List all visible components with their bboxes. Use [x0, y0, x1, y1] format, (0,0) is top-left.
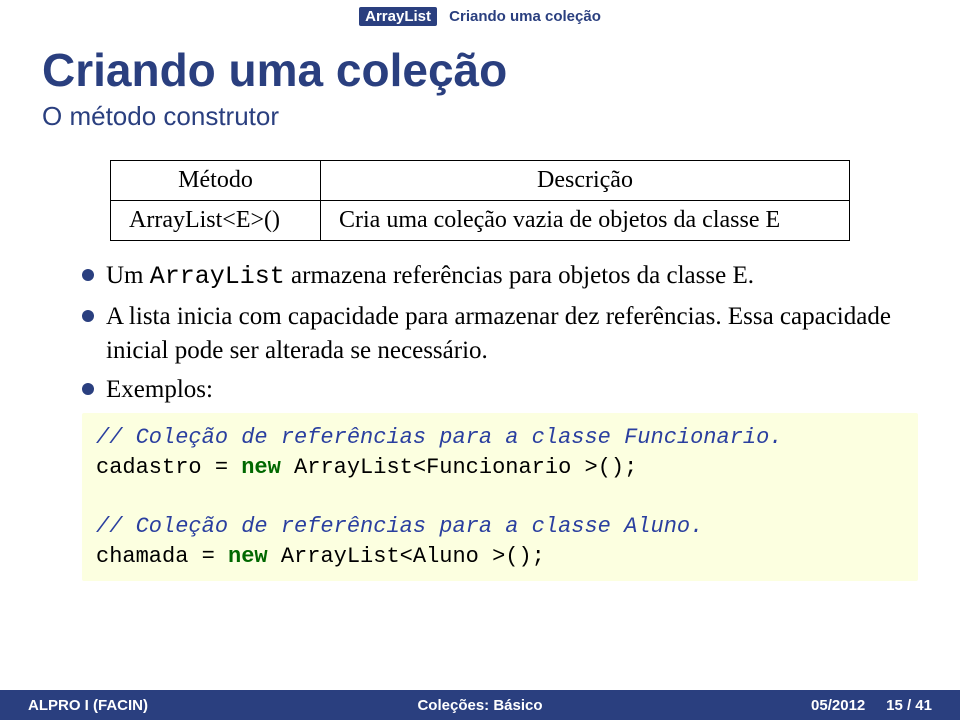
- footer-right: 05/2012 15 / 41: [631, 697, 932, 714]
- bullet3-text: Exemplos:: [106, 373, 918, 407]
- code-line2b: ArrayList<Funcionario >();: [281, 455, 637, 480]
- method-table: Método Descrição ArrayList<E>() Cria uma…: [110, 160, 850, 241]
- bullet2-text: A lista inicia com capacidade para armaz…: [106, 300, 918, 368]
- bullet-item: Um ArrayList armazena referências para o…: [82, 259, 918, 294]
- slide: ArrayList Criando uma coleção Criando um…: [0, 0, 960, 720]
- code-comment-2: // Coleção de referências para a classe …: [96, 514, 703, 539]
- breadcrumb-topic: ArrayList: [359, 7, 437, 26]
- bullet-icon: [82, 269, 94, 281]
- code-block: // Coleção de referências para a classe …: [82, 413, 918, 581]
- slide-subtitle: O método construtor: [42, 101, 918, 132]
- table-row: ArrayList<E>() Cria uma coleção vazia de…: [111, 201, 850, 241]
- content-body: Um ArrayList armazena referências para o…: [42, 259, 918, 581]
- bullet1-code: ArrayList: [150, 262, 285, 291]
- footer-date: 05/2012: [811, 697, 865, 714]
- breadcrumb-subtopic: Criando uma coleção: [449, 8, 601, 25]
- method-table-wrap: Método Descrição ArrayList<E>() Cria uma…: [110, 160, 850, 241]
- footer-page: 15 / 41: [886, 697, 932, 714]
- bullet-item: Exemplos:: [82, 373, 918, 407]
- bullet1-part-b: armazena referências para objetos da cla…: [285, 262, 754, 289]
- bullet-item: A lista inicia com capacidade para armaz…: [82, 300, 918, 368]
- code-line2a: cadastro =: [96, 455, 241, 480]
- breadcrumb: ArrayList Criando uma coleção: [42, 0, 918, 25]
- slide-title: Criando uma coleção: [42, 43, 918, 97]
- table-header-row: Método Descrição: [111, 161, 850, 201]
- code-comment-1: // Coleção de referências para a classe …: [96, 425, 783, 450]
- bullet-icon: [82, 310, 94, 322]
- cell-method: ArrayList<E>(): [111, 201, 321, 241]
- col-header-desc: Descrição: [321, 161, 850, 201]
- col-header-method: Método: [111, 161, 321, 201]
- code-keyword-new-2: new: [228, 544, 268, 569]
- footer: ALPRO I (FACIN) Coleções: Básico 05/2012…: [0, 690, 960, 720]
- bullet-icon: [82, 383, 94, 395]
- footer-middle: Coleções: Básico: [329, 697, 630, 714]
- bullet1-part-a: Um: [106, 262, 150, 289]
- bullet-text: Um ArrayList armazena referências para o…: [106, 259, 918, 294]
- code-keyword-new-1: new: [241, 455, 281, 480]
- code-line4b: ArrayList<Aluno >();: [268, 544, 545, 569]
- code-line4a: chamada =: [96, 544, 228, 569]
- cell-desc: Cria uma coleção vazia de objetos da cla…: [321, 201, 850, 241]
- footer-left: ALPRO I (FACIN): [28, 697, 329, 714]
